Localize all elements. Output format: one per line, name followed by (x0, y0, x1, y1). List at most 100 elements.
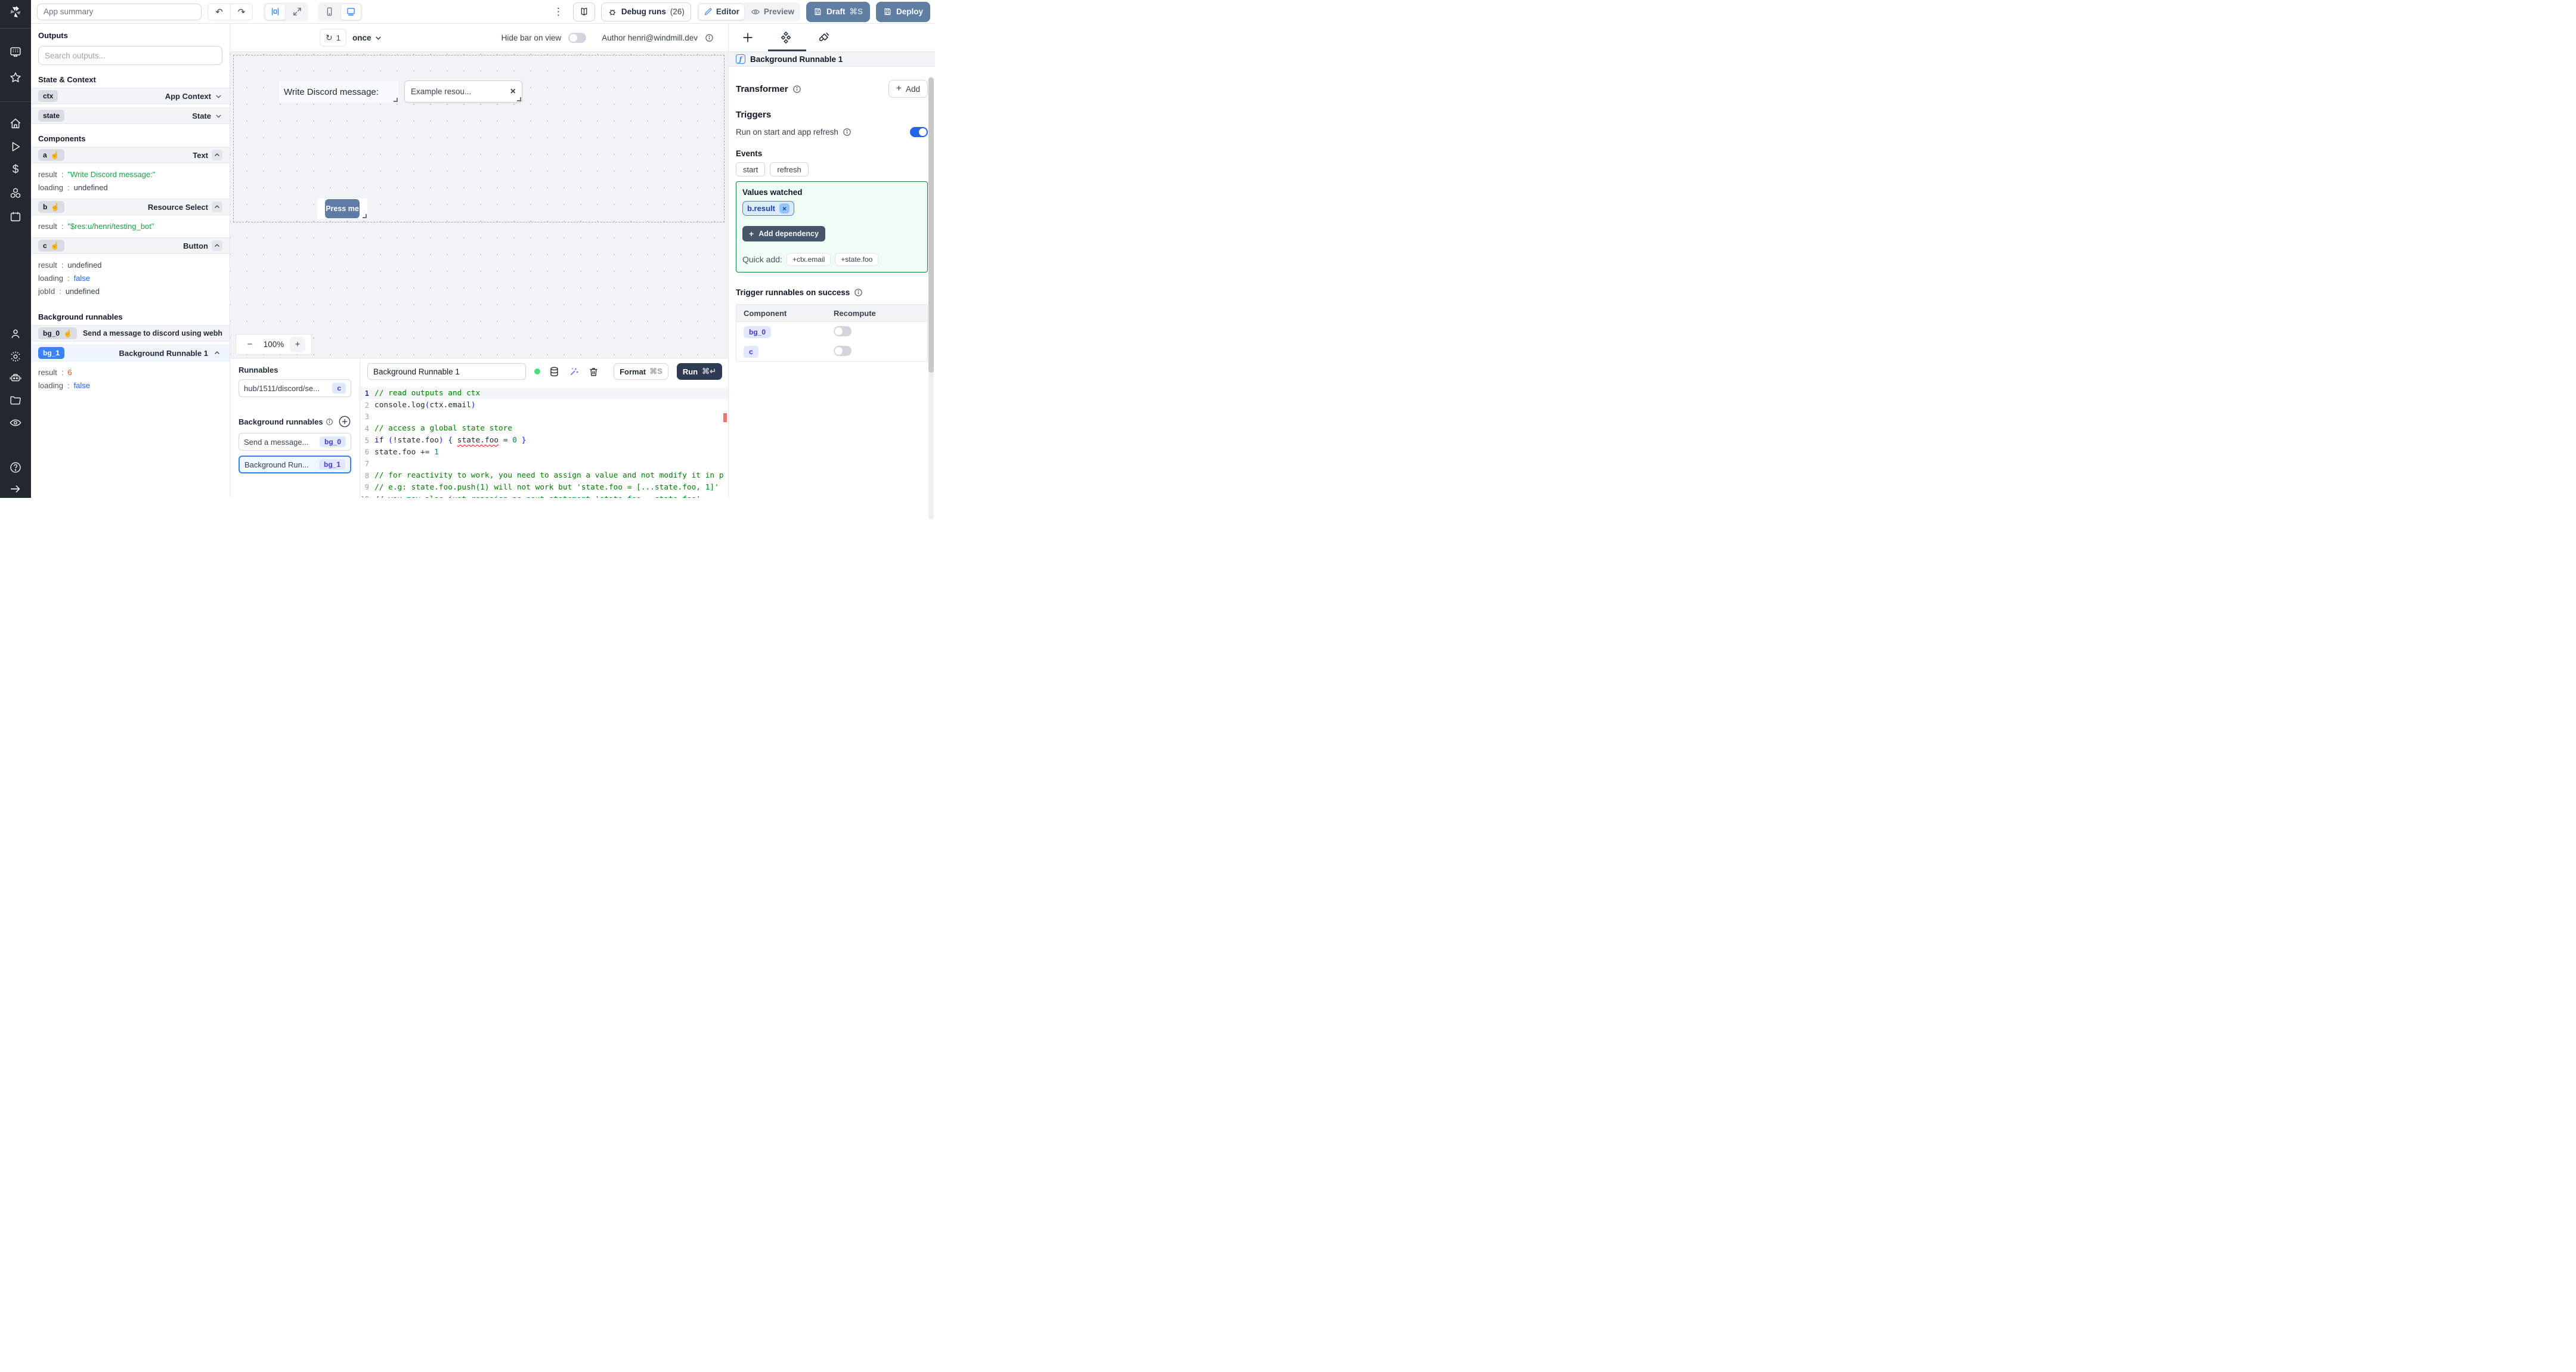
resize-handle[interactable] (363, 214, 367, 218)
search-outputs-input[interactable] (38, 46, 222, 65)
top-toolbar: ↶ ↷ ⋮ (31, 0, 935, 24)
output-row-ctx[interactable]: ctx App Context (31, 88, 230, 104)
info-icon[interactable] (326, 418, 333, 426)
center-column: ↻ 1 once Hide bar on view Author henri@w… (230, 24, 729, 498)
resize-handle[interactable] (517, 97, 521, 101)
settings-diamonds-tab-icon[interactable] (779, 31, 792, 44)
output-row-bg0[interactable]: bg_0 ☝ Send a message to discord using we… (31, 325, 230, 342)
output-row-c[interactable]: c ☝ Button (31, 237, 230, 254)
add-background-runnable-button[interactable] (338, 415, 351, 428)
docs-book-button[interactable] (572, 2, 595, 21)
scrollbar-track[interactable] (928, 76, 934, 519)
trigger-success-label: Trigger runnables on success (736, 288, 850, 297)
folders-folder-icon[interactable] (9, 394, 22, 407)
a-output-values: result: "Write Discord message:" loading:… (38, 169, 156, 192)
settings-gear-icon[interactable] (9, 350, 22, 363)
resize-handle[interactable] (394, 98, 398, 102)
hide-bar-toggle[interactable] (568, 32, 587, 43)
runnables-title: Runnables (239, 366, 278, 374)
debug-runs-button[interactable]: Debug runs (26) (600, 2, 691, 21)
favorites-star-icon[interactable] (9, 71, 22, 84)
recompute-toggle-bg0[interactable] (834, 326, 852, 336)
audit-eye-icon[interactable] (9, 416, 22, 429)
output-row-b[interactable]: b ☝ Resource Select (31, 199, 230, 215)
output-row-bg1[interactable]: bg_1 Background Runnable 1 (31, 345, 230, 361)
center-align-button[interactable] (265, 3, 286, 20)
user-icon[interactable] (9, 327, 22, 340)
info-icon[interactable] (854, 288, 863, 297)
button-component[interactable]: Press me (317, 199, 367, 219)
add-dependency-button[interactable]: + Add dependency (742, 226, 825, 241)
resources-cubes-icon[interactable] (9, 187, 22, 200)
info-icon[interactable] (792, 85, 801, 94)
workers-robot-icon[interactable] (9, 371, 22, 385)
windmill-app-editor: $ ↶ (0, 0, 935, 519)
insert-plus-tab-icon[interactable] (741, 31, 754, 44)
collapse-chevron-up-icon[interactable] (212, 348, 222, 358)
collapse-chevron-up-icon[interactable] (212, 202, 222, 212)
zoom-in-button[interactable]: + (290, 336, 305, 352)
tab-editor[interactable]: Editor (698, 3, 745, 20)
help-icon[interactable] (9, 461, 22, 474)
center-align-icon (271, 8, 279, 16)
rail-divider (0, 101, 31, 102)
refresh-mode-select[interactable]: once (352, 33, 383, 42)
runnable-item-bg0[interactable]: Send a message... bg_0 (239, 433, 351, 451)
zoom-out-button[interactable]: − (242, 337, 258, 352)
windmill-logo-icon[interactable] (7, 4, 24, 20)
format-button[interactable]: Format ⌘S (614, 363, 668, 380)
cache-database-icon[interactable] (549, 366, 560, 377)
mobile-view-button[interactable] (319, 4, 339, 20)
quick-add-ctx-email[interactable]: +ctx.email (786, 253, 831, 266)
schedules-calendar-icon[interactable] (9, 210, 22, 223)
chevron-down-icon[interactable] (215, 112, 222, 120)
run-on-start-toggle[interactable] (910, 127, 928, 137)
clear-selection-icon[interactable]: × (510, 86, 516, 97)
resource-select-component[interactable]: Example resou... × (404, 80, 522, 103)
collapse-chevron-up-icon[interactable] (212, 150, 222, 160)
app-canvas[interactable]: Write Discord message: Example resou... … (230, 52, 728, 358)
remove-dependency-icon[interactable]: × (779, 203, 789, 213)
event-chip-start[interactable]: start (736, 162, 766, 176)
text-component[interactable]: Write Discord message: (279, 81, 398, 103)
collapse-chevron-up-icon[interactable] (212, 240, 222, 251)
variables-dollar-icon[interactable]: $ (9, 163, 22, 176)
app-summary-input[interactable] (37, 3, 202, 20)
press-me-button[interactable]: Press me (325, 199, 360, 218)
script-name-input[interactable] (367, 363, 526, 380)
delete-trash-icon[interactable] (588, 366, 599, 377)
home-icon[interactable] (9, 117, 22, 130)
watched-dependency-chip[interactable]: b.result × (742, 201, 794, 216)
event-chip-refresh[interactable]: refresh (770, 162, 809, 176)
runnable-item-bg1[interactable]: Background Run... bg_1 (239, 456, 351, 473)
chevron-down-icon[interactable] (215, 92, 222, 100)
runs-play-icon[interactable] (9, 140, 22, 153)
undo-button[interactable]: ↶ (208, 4, 230, 20)
function-icon: ƒ (736, 54, 745, 64)
output-row-state[interactable]: state State (31, 107, 230, 124)
draft-button[interactable]: Draft ⌘S (806, 1, 870, 22)
desktop-view-button[interactable] (340, 3, 361, 20)
output-row-a[interactable]: a ☝ Text (31, 147, 230, 163)
refresh-control[interactable]: ↻ 1 (320, 29, 346, 47)
info-icon[interactable] (843, 128, 852, 137)
add-transformer-button[interactable]: + Add (888, 80, 928, 98)
runnable-item-hub[interactable]: hub/1511/discord/se... c (239, 379, 351, 397)
run-button[interactable]: Run ⌘↵ (676, 363, 722, 380)
deploy-button[interactable]: Deploy (875, 1, 930, 22)
quick-add-state-foo[interactable]: +state.foo (835, 253, 879, 266)
redo-button[interactable]: ↷ (230, 4, 252, 20)
ai-wand-icon[interactable] (568, 366, 580, 377)
fullscreen-button[interactable] (287, 4, 307, 20)
recompute-toggle-c[interactable] (834, 345, 852, 356)
apps-icon[interactable] (9, 45, 22, 58)
more-options-kebab-icon[interactable]: ⋮ (550, 6, 567, 18)
theme-paintbrush-tab-icon[interactable] (818, 31, 831, 44)
expand-sidebar-arrow-icon[interactable] (9, 482, 22, 495)
outputs-title: Outputs (38, 31, 68, 40)
scrollbar-thumb[interactable] (928, 78, 934, 373)
info-icon[interactable] (705, 33, 714, 42)
runnables-panel: Runnables hub/1511/discord/se... c Backg… (230, 358, 360, 498)
tab-preview[interactable]: Preview (746, 4, 799, 20)
code-editor[interactable]: 1// read outputs and ctx 2 console.log(ctx… (360, 385, 728, 498)
